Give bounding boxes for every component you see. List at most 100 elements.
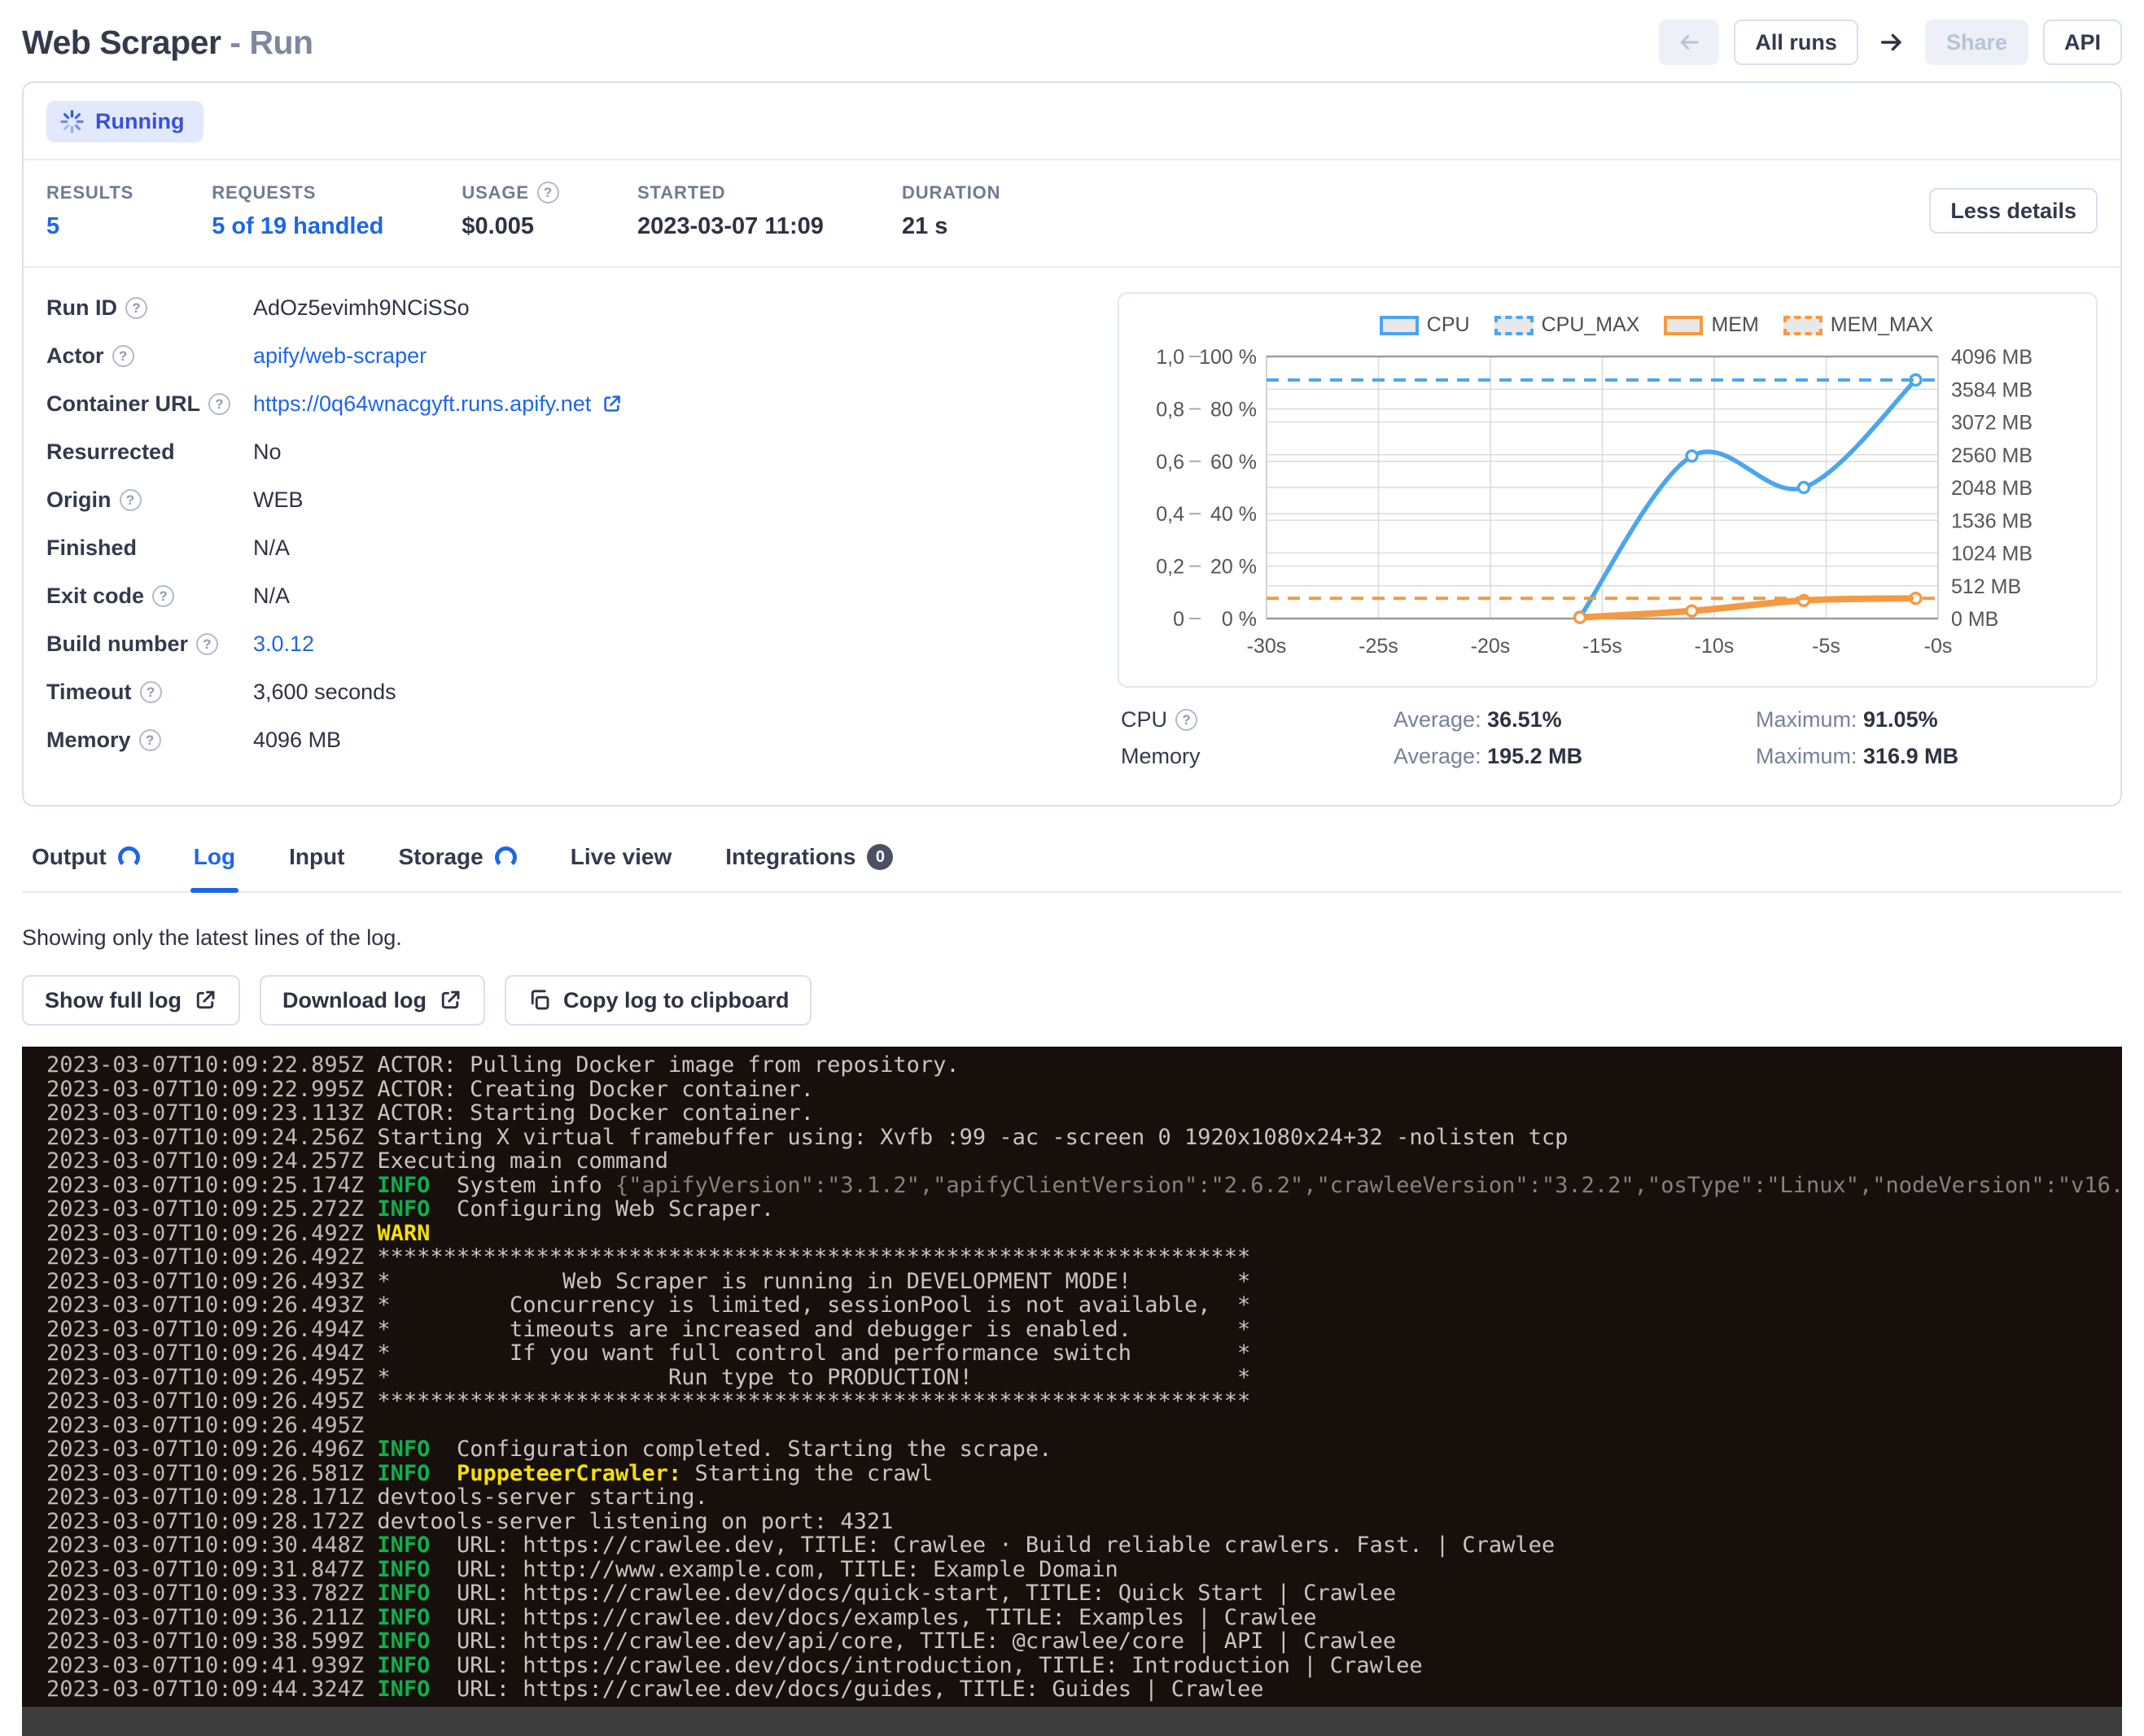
stat-label: STARTED bbox=[637, 182, 824, 203]
share-button[interactable]: Share bbox=[1925, 20, 2028, 65]
average-label: Average: bbox=[1394, 744, 1487, 768]
log-segment: URL: https://crawlee.dev/api/core, TITLE… bbox=[430, 1629, 1396, 1654]
field-container-url: Container URL? https://0q64wnacgyft.runs.… bbox=[46, 391, 1088, 417]
y-axis-percent-label: 20 % bbox=[1210, 556, 1257, 579]
arrow-right-icon bbox=[1878, 28, 1906, 56]
loading-arc-icon bbox=[118, 846, 140, 868]
field-finished: FinishedN/A bbox=[46, 536, 1088, 561]
legend-item-cpu: CPU bbox=[1380, 313, 1470, 337]
right-axis-mb-label: 1536 MB bbox=[1951, 509, 2032, 532]
next-run-button[interactable] bbox=[1873, 20, 1910, 65]
log-segment: Starting X virtual framebuffer using: Xv… bbox=[364, 1125, 1568, 1150]
tab-count-badge: 0 bbox=[867, 844, 893, 870]
help-icon[interactable]: ? bbox=[196, 633, 218, 655]
legend-label: MEM bbox=[1711, 313, 1758, 337]
help-icon[interactable]: ? bbox=[120, 489, 142, 511]
log-timestamp: 2023-03-07T10:09:28.171Z bbox=[46, 1485, 364, 1510]
log-segment: * Run type to PRODUCTION! * bbox=[364, 1365, 1250, 1390]
log-timestamp: 2023-03-07T10:09:22.895Z bbox=[46, 1052, 364, 1078]
help-icon[interactable]: ? bbox=[152, 585, 174, 607]
field-value-text: N/A bbox=[253, 584, 290, 609]
less-details-button[interactable]: Less details bbox=[1929, 188, 2098, 234]
x-axis-label: -15s bbox=[1582, 635, 1622, 658]
legend-swatch bbox=[1380, 316, 1419, 335]
stat-label: REQUESTS bbox=[212, 182, 383, 203]
log-line: 2023-03-07T10:09:26.493Z * Web Scraper i… bbox=[46, 1270, 2122, 1294]
tab-label: Storage bbox=[398, 844, 483, 870]
help-icon[interactable]: ? bbox=[208, 393, 230, 415]
help-icon[interactable]: ? bbox=[125, 297, 147, 319]
help-icon[interactable]: ? bbox=[1175, 709, 1197, 731]
stat-value: $0.005 bbox=[462, 213, 559, 240]
field-label-text: Build number bbox=[46, 632, 188, 657]
top-bar: Web Scraper - Run All runs Share API bbox=[22, 0, 2122, 81]
legend-label: CPU bbox=[1427, 313, 1470, 337]
right-axis-mb-label: 1024 MB bbox=[1951, 543, 2032, 566]
help-icon[interactable]: ? bbox=[537, 181, 559, 203]
log-segment-info: INFO bbox=[377, 1436, 430, 1462]
y-axis-fraction-label: 0,6 bbox=[1156, 451, 1184, 474]
right-axis-mb-label: 4096 MB bbox=[1951, 346, 2032, 369]
chart-column: CPUCPU_MAXMEMMEM_MAX 1,0100 %0,880 %0,66… bbox=[1118, 292, 2098, 784]
page-title-suffix: - Run bbox=[230, 24, 313, 61]
help-icon[interactable]: ? bbox=[140, 681, 162, 703]
previous-run-button[interactable] bbox=[1659, 20, 1719, 65]
field-label: Memory? bbox=[46, 728, 227, 753]
log-timestamp: 2023-03-07T10:09:25.174Z bbox=[46, 1173, 364, 1198]
y-axis-percent-label: 80 % bbox=[1210, 398, 1257, 421]
copy-log-to-clipboard-button[interactable]: Copy log to clipboard bbox=[505, 975, 812, 1025]
field-value: N/A bbox=[253, 584, 1088, 609]
field-value[interactable]: https://0q64wnacgyft.runs.apify.net bbox=[253, 391, 1088, 417]
log-segment: * Web Scraper is running in DEVELOPMENT … bbox=[364, 1269, 1250, 1294]
api-button[interactable]: API bbox=[2043, 20, 2122, 65]
stat-value[interactable]: 5 of 19 handled bbox=[212, 213, 383, 240]
field-label: Container URL? bbox=[46, 391, 227, 417]
log-timestamp: 2023-03-07T10:09:26.494Z bbox=[46, 1340, 364, 1366]
help-icon[interactable]: ? bbox=[139, 729, 161, 751]
field-value[interactable]: 3.0.12 bbox=[253, 632, 1088, 657]
tab-label: Live view bbox=[571, 844, 672, 870]
log-line: 2023-03-07T10:09:25.174Z INFO System inf… bbox=[46, 1174, 2122, 1198]
log-segment-info: INFO bbox=[377, 1557, 430, 1582]
log-segment: Configuring Web Scraper. bbox=[430, 1196, 774, 1222]
log-line: 2023-03-07T10:09:26.495Z ***************… bbox=[46, 1389, 2122, 1414]
stat-value[interactable]: 5 bbox=[46, 213, 133, 240]
field-label-text: Run ID bbox=[46, 295, 117, 321]
log-segment: ****************************************… bbox=[364, 1244, 1250, 1270]
help-icon[interactable]: ? bbox=[112, 345, 134, 367]
download-log-button[interactable]: Download log bbox=[260, 975, 485, 1025]
log-line: 2023-03-07T10:09:26.494Z * timeouts are … bbox=[46, 1318, 2122, 1342]
run-tabs: Output Log Input Storage Live view Integratio… bbox=[22, 837, 2122, 893]
field-value[interactable]: apify/web-scraper bbox=[253, 343, 1088, 369]
stat-usage: USAGE?$0.005 bbox=[462, 181, 559, 240]
y-axis-fraction-label: 0,2 bbox=[1156, 556, 1184, 579]
field-label-text: Finished bbox=[46, 536, 137, 561]
log-timestamp: 2023-03-07T10:09:30.448Z bbox=[46, 1533, 364, 1558]
log-line: 2023-03-07T10:09:28.172Z devtools-server… bbox=[46, 1510, 2122, 1534]
tab-storage[interactable]: Storage bbox=[395, 837, 519, 891]
tab-log[interactable]: Log bbox=[190, 837, 238, 891]
all-runs-button[interactable]: All runs bbox=[1734, 20, 1858, 65]
log-terminal[interactable]: 2023-03-07T10:09:22.895Z ACTOR: Pulling … bbox=[22, 1047, 2122, 1736]
y-axis-fraction-label: 0,4 bbox=[1156, 503, 1184, 526]
log-segment-info: INFO bbox=[377, 1533, 430, 1558]
log-segment: * timeouts are increased and debugger is… bbox=[364, 1317, 1250, 1342]
log-segment: System info bbox=[430, 1173, 615, 1198]
tab-input[interactable]: Input bbox=[286, 837, 348, 891]
tab-live-view[interactable]: Live view bbox=[567, 837, 676, 891]
log-line: 2023-03-07T10:09:26.496Z INFO Configurat… bbox=[46, 1437, 2122, 1462]
resource-average: Average: 195.2 MB bbox=[1394, 744, 1756, 769]
log-scrollbar-track[interactable] bbox=[22, 1707, 2122, 1736]
log-segment: URL: https://crawlee.dev/docs/introducti… bbox=[430, 1653, 1422, 1678]
tab-output[interactable]: Output bbox=[28, 837, 143, 891]
log-segment: devtools-server starting. bbox=[364, 1485, 708, 1510]
y-axis-percent-label: 60 % bbox=[1210, 451, 1257, 474]
tab-integrations[interactable]: Integrations0 bbox=[722, 837, 896, 891]
log-lines: 2023-03-07T10:09:22.895Z ACTOR: Pulling … bbox=[46, 1053, 2122, 1702]
show-full-log-button[interactable]: Show full log bbox=[22, 975, 240, 1025]
log-timestamp: 2023-03-07T10:09:36.211Z bbox=[46, 1605, 364, 1630]
external-link-icon bbox=[193, 988, 217, 1012]
log-line: 2023-03-07T10:09:22.895Z ACTOR: Pulling … bbox=[46, 1053, 2122, 1078]
actor-title: Web Scraper bbox=[22, 24, 221, 61]
x-axis-label: -0s bbox=[1924, 635, 1953, 658]
